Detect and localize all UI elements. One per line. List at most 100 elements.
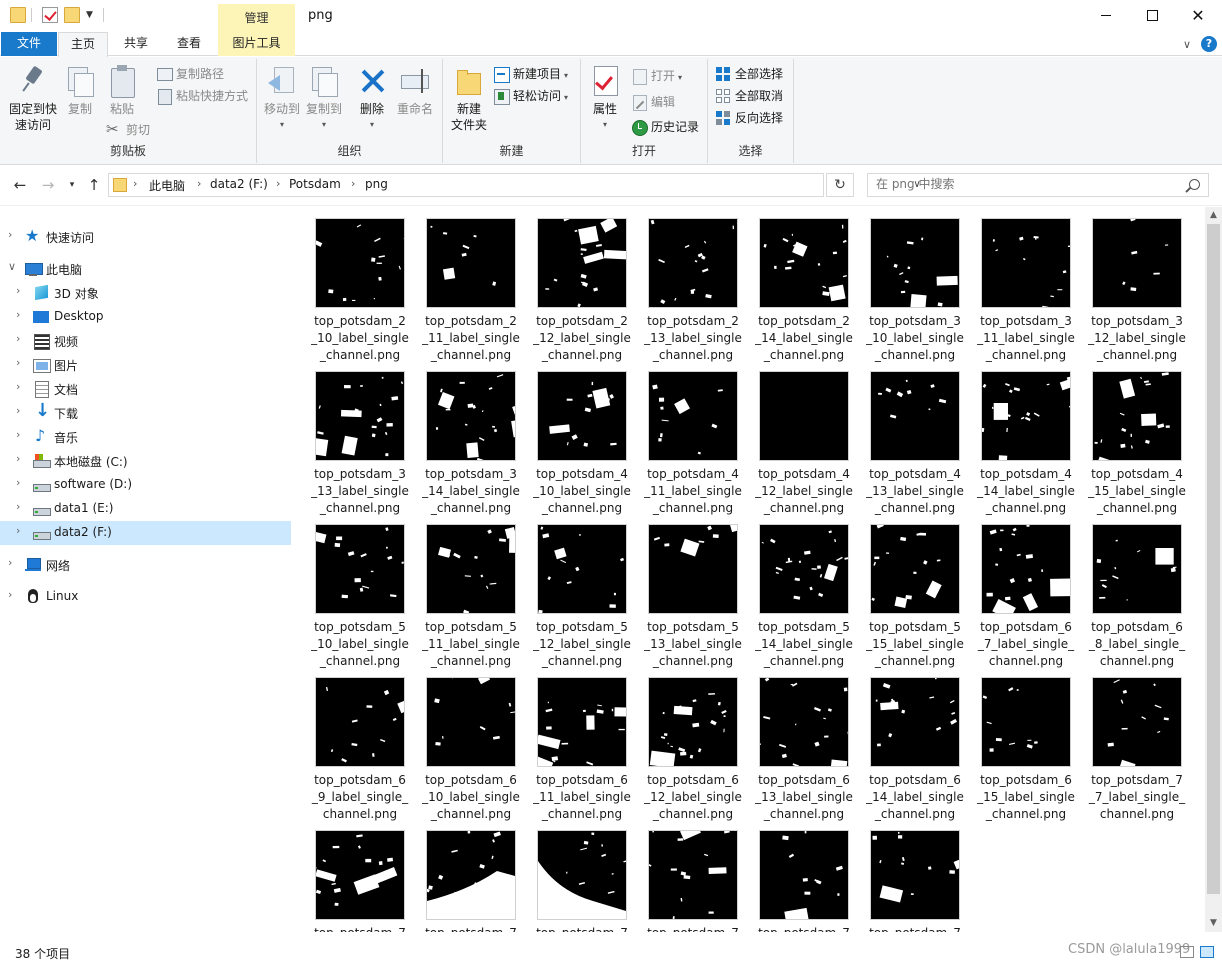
expand-chevron-icon[interactable]: › [8,588,12,601]
rename-button[interactable]: 重命名 [393,65,437,117]
customize-quick-access-chevron-icon[interactable]: ▼ [86,10,93,20]
file-item[interactable]: top_potsdam_5 _14_label_single _channel.… [747,519,853,669]
breadcrumb-this-pc[interactable]: 此电脑 [149,177,185,194]
paste-shortcut-button[interactable]: 粘贴快捷方式 [156,86,248,106]
file-item[interactable]: top_potsdam_4 _11_label_single _channel.… [636,366,742,516]
tab-share[interactable]: 共享 [112,32,160,56]
expand-chevron-icon[interactable]: › [16,428,20,441]
file-item[interactable]: top_potsdam_4 _15_label_single _channel.… [1080,366,1186,516]
file-item[interactable]: top_potsdam_4 _14_label_single _channel.… [969,366,1075,516]
file-item[interactable]: top_potsdam_2 _10_label_single _channel.… [303,213,409,363]
expand-ribbon-chevron-icon[interactable]: ∨ [1183,38,1191,51]
expand-chevron-icon[interactable]: › [16,452,20,465]
breadcrumb-separator-icon[interactable]: › [197,177,201,190]
properties-quick-icon[interactable] [42,7,58,23]
breadcrumb-drive[interactable]: data2 (F:) [210,177,268,191]
file-item[interactable]: top_potsdam_3 _13_label_single _channel.… [303,366,409,516]
file-item[interactable]: top_potsdam_4 _13_label_single _channel.… [858,366,964,516]
vertical-scrollbar[interactable]: ▲ ▼ [1205,207,1222,932]
nav-tree-item[interactable]: › 下载 [0,400,291,425]
new-folder-button[interactable]: 新建 文件夹 [447,65,491,133]
nav-tree-item[interactable]: › data2 (F:) [0,521,291,545]
file-item[interactable]: top_potsdam_5 _15_label_single _channel.… [858,519,964,669]
nav-tree-item[interactable]: › 音乐 [0,425,291,449]
tab-picture-tools[interactable]: 图片工具 [218,32,295,56]
move-to-button[interactable]: 移动到 ▾ [261,65,303,133]
nav-tree-item[interactable]: › 图片 [0,353,291,377]
expand-chevron-icon[interactable]: › [8,556,12,569]
up-button[interactable]: ↑ [84,176,104,194]
breadcrumb-potsdam[interactable]: Potsdam [289,177,341,191]
manage-context-tab-header[interactable]: 管理 [218,4,295,32]
properties-button[interactable]: 属性 ▾ [587,65,623,133]
pin-to-quick-access-button[interactable]: 固定到快 速访问 [6,65,60,133]
file-item[interactable]: top_potsdam_6 _13_label_single _channel.… [747,672,853,822]
file-item[interactable]: top_potsdam_2 _11_label_single _channel.… [414,213,520,363]
nav-tree-item[interactable]: › 3D 对象 [0,281,291,305]
file-item[interactable]: top_potsdam_7 [525,825,631,932]
nav-tree-item[interactable]: › data1 (E:) [0,497,291,521]
expand-chevron-icon[interactable]: › [16,500,20,513]
expand-chevron-icon[interactable]: › [16,380,20,393]
file-item[interactable]: top_potsdam_6 _8_label_single_ channel.p… [1080,519,1186,669]
file-item[interactable]: top_potsdam_5 _11_label_single _channel.… [414,519,520,669]
refresh-button[interactable]: ↻ [826,173,854,197]
back-button[interactable]: ← [10,176,30,194]
file-item[interactable]: top_potsdam_4 _10_label_single _channel.… [525,366,631,516]
new-item-button[interactable]: 新建项目 ▾ [493,64,568,84]
breadcrumb-separator-icon[interactable]: › [351,177,355,190]
delete-button[interactable]: 删除 ▾ [355,65,389,133]
file-item[interactable]: top_potsdam_2 _14_label_single _channel.… [747,213,853,363]
details-view-button[interactable] [1180,946,1194,958]
select-none-button[interactable]: 全部取消 [715,86,783,106]
search-input[interactable] [876,177,1176,191]
history-button[interactable]: 历史记录 [631,117,699,137]
expand-chevron-icon[interactable]: › [16,284,20,297]
open-button[interactable]: 打开 ▾ [631,66,682,86]
file-item[interactable]: top_potsdam_2 _12_label_single _channel.… [525,213,631,363]
nav-tree-item[interactable]: › 网络 [0,553,291,577]
breadcrumb-png[interactable]: png [365,177,388,191]
file-item[interactable]: top_potsdam_6 _9_label_single_ channel.p… [303,672,409,822]
file-item[interactable]: top_potsdam_5 _12_label_single _channel.… [525,519,631,669]
collapse-chevron-icon[interactable]: ∨ [8,260,16,273]
copy-button[interactable]: 复制 [62,65,98,117]
copy-path-button[interactable]: 复制路径 [156,64,224,84]
nav-tree-item[interactable]: › 快速访问 [0,225,291,249]
expand-chevron-icon[interactable]: › [16,308,20,321]
file-item[interactable]: top_potsdam_2 _13_label_single _channel.… [636,213,742,363]
close-button[interactable]: ✕ [1175,0,1221,30]
file-item[interactable]: top_potsdam_6 _7_label_single_ channel.p… [969,519,1075,669]
tab-file[interactable]: 文件 [1,32,57,56]
file-item[interactable]: top_potsdam_7 [747,825,853,932]
search-box[interactable] [867,173,1209,197]
help-button[interactable]: ? [1201,36,1217,52]
expand-chevron-icon[interactable]: › [16,524,20,537]
nav-tree-item[interactable]: ∨ 此电脑 [0,257,291,281]
file-item[interactable]: top_potsdam_7 [858,825,964,932]
minimize-button[interactable] [1083,0,1129,30]
copy-to-button[interactable]: 复制到 ▾ [303,65,345,133]
breadcrumb-separator-icon[interactable]: › [133,177,137,190]
scroll-up-arrow-icon[interactable]: ▲ [1205,207,1222,224]
recent-locations-chevron-icon[interactable]: ▾ [62,176,82,194]
file-item[interactable]: top_potsdam_5 _10_label_single _channel.… [303,519,409,669]
file-item[interactable]: top_potsdam_3 _12_label_single _channel.… [1080,213,1186,363]
cut-button[interactable]: 剪切 [106,119,150,140]
nav-tree-item[interactable]: › 文档 [0,377,291,401]
file-item[interactable]: top_potsdam_7 [414,825,520,932]
paste-button[interactable]: 粘贴 [104,65,140,117]
nav-tree-item[interactable]: › Desktop [0,305,291,329]
file-item[interactable]: top_potsdam_7 [636,825,742,932]
scroll-down-arrow-icon[interactable]: ▼ [1205,915,1222,932]
invert-selection-button[interactable]: 反向选择 [715,108,783,128]
file-item[interactable]: top_potsdam_4 _12_label_single _channel.… [747,366,853,516]
nav-tree-item[interactable]: › Linux [0,585,291,609]
nav-tree-item[interactable]: › 本地磁盘 (C:) [0,449,291,473]
nav-tree-item[interactable]: › software (D:) [0,473,291,497]
nav-tree-item[interactable]: › 视频 [0,329,291,353]
file-item[interactable]: top_potsdam_6 _10_label_single _channel.… [414,672,520,822]
scrollbar-thumb[interactable] [1207,224,1220,894]
maximize-button[interactable] [1129,0,1175,30]
easy-access-button[interactable]: 轻松访问 ▾ [493,86,568,106]
